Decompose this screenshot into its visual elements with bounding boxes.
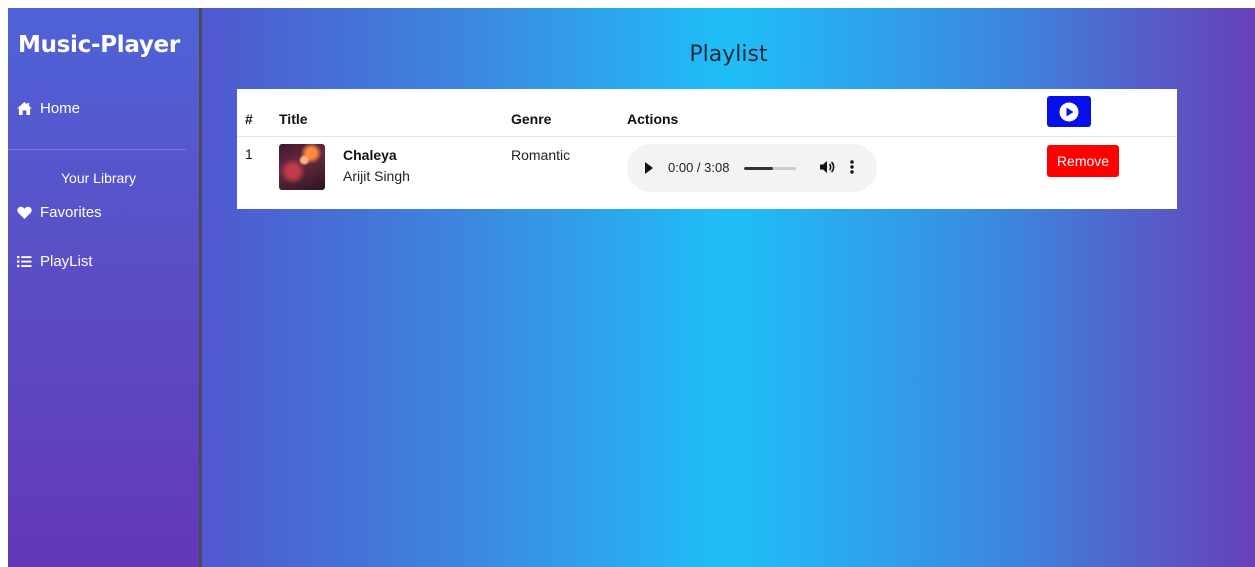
column-header-number: # bbox=[245, 111, 253, 127]
list-icon bbox=[17, 255, 32, 268]
audio-player: 0:00 / 3:08 bbox=[627, 144, 877, 192]
song-genre: Romantic bbox=[511, 147, 571, 163]
play-all-button[interactable] bbox=[1047, 96, 1091, 127]
more-options-icon[interactable] bbox=[849, 159, 855, 175]
sidebar-item-label: Home bbox=[40, 100, 81, 117]
heart-icon bbox=[17, 206, 32, 219]
song-artist: Arijit Singh bbox=[343, 168, 410, 184]
table-header: # Title Genre Actions bbox=[237, 89, 1177, 137]
sidebar-item-home[interactable]: Home bbox=[17, 100, 80, 117]
play-circle-icon bbox=[1059, 102, 1079, 121]
song-title: Chaleya bbox=[343, 147, 397, 163]
audio-seek-slider[interactable] bbox=[744, 167, 796, 170]
sidebar-item-label: PlayList bbox=[40, 253, 93, 270]
remove-button[interactable]: Remove bbox=[1047, 145, 1119, 177]
audio-level-fill bbox=[744, 167, 773, 170]
volume-icon[interactable] bbox=[819, 159, 835, 175]
sidebar-item-label: Favorites bbox=[40, 204, 102, 221]
row-number: 1 bbox=[245, 146, 253, 162]
main-content: Playlist # Title Genre Actions 1 Chaleya bbox=[202, 8, 1255, 567]
sidebar-item-favorites[interactable]: Favorites bbox=[17, 204, 102, 221]
column-header-genre: Genre bbox=[511, 111, 552, 127]
page-title: Playlist bbox=[689, 42, 768, 67]
song-cover-image bbox=[279, 144, 325, 190]
playlist-table: # Title Genre Actions 1 Chaleya Arijit S… bbox=[237, 89, 1177, 209]
audio-time: 0:00 / 3:08 bbox=[668, 160, 730, 175]
column-header-title: Title bbox=[279, 111, 308, 127]
your-library-label: Your Library bbox=[61, 170, 136, 186]
brand-title: Music-Player bbox=[18, 32, 180, 58]
sidebar-item-playlist[interactable]: PlayList bbox=[17, 253, 93, 270]
home-icon bbox=[17, 102, 32, 115]
audio-play-icon[interactable] bbox=[645, 162, 653, 174]
app-window: Music-Player Home Your Library Favorites bbox=[8, 8, 1255, 567]
sidebar: Music-Player Home Your Library Favorites bbox=[8, 8, 199, 567]
column-header-actions: Actions bbox=[627, 111, 679, 127]
sidebar-divider bbox=[8, 149, 186, 150]
